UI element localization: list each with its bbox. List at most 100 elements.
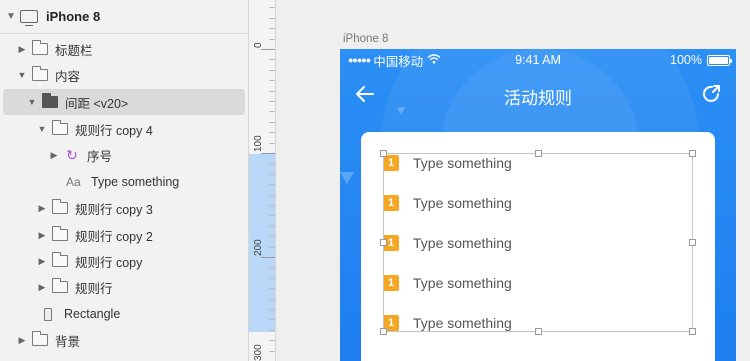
ruler-tick [269, 70, 275, 71]
ruler-tick [269, 288, 275, 289]
expand-arrow-icon[interactable]: ▶ [36, 282, 48, 293]
selection-bounding-box[interactable] [380, 150, 696, 335]
ruler-tick [269, 39, 275, 40]
layer-rectangle[interactable]: Rectangle [0, 301, 249, 327]
ruler-tick [269, 132, 275, 133]
layer-label: 背景 [55, 334, 81, 349]
symbol-icon: ↻ [66, 146, 78, 163]
layer-rule-row-copy-2[interactable]: ▶ 规则行 copy 2 [0, 222, 249, 248]
folder-icon [51, 252, 68, 267]
ruler-tick [269, 174, 275, 175]
ruler-label-200: 200 [253, 239, 264, 256]
ruler-tick [269, 143, 275, 144]
text-layer-icon: Aa [66, 175, 81, 189]
ruler-tick [269, 351, 275, 352]
expand-arrow-icon[interactable]: ▶ [16, 44, 28, 55]
ruler-tick [261, 153, 275, 154]
share-icon[interactable] [700, 83, 722, 105]
resize-handle[interactable] [380, 239, 387, 246]
artboard-icon [20, 10, 38, 26]
iphone-artboard[interactable]: ●●●●● 中国移动 9:41 AM 100% 活动规则 1 Type some… [340, 49, 736, 361]
folder-icon [51, 120, 68, 135]
layer-spacing-v20[interactable]: ▼ 间距 <v20> [3, 89, 245, 115]
collapse-arrow-icon[interactable]: ▼ [6, 11, 18, 22]
resize-handle[interactable] [535, 328, 542, 335]
ruler-tick [269, 59, 275, 60]
layer-title-bar[interactable]: ▶ 标题栏 [0, 36, 249, 62]
battery-percent: 100% [670, 53, 702, 67]
layer-type-something[interactable]: Aa Type something [0, 169, 249, 195]
ruler-tick [269, 122, 275, 123]
ruler-tick [269, 163, 275, 164]
ruler-tick [269, 278, 275, 279]
folder-icon [51, 199, 68, 214]
vertical-ruler[interactable]: 0 100 200 300 [249, 0, 276, 361]
ruler-tick [269, 184, 275, 185]
ruler-tick [269, 309, 275, 310]
layer-label: 内容 [55, 69, 81, 84]
ruler-tick [269, 340, 275, 341]
layer-label: 规则行 copy [75, 255, 143, 270]
ruler-tick [269, 319, 275, 320]
decor-triangle-icon [340, 172, 354, 184]
ruler-tick [269, 111, 275, 112]
ruler-tick [261, 257, 275, 258]
expand-arrow-icon[interactable]: ▶ [36, 230, 48, 241]
folder-icon [51, 278, 68, 293]
ruler-tick [269, 205, 275, 206]
resize-handle[interactable] [689, 328, 696, 335]
layer-label: 规则行 [75, 281, 113, 296]
collapse-arrow-icon[interactable]: ▼ [26, 97, 38, 107]
resize-handle[interactable] [689, 239, 696, 246]
layer-rule-row[interactable]: ▶ 规则行 [0, 274, 249, 300]
resize-handle[interactable] [535, 150, 542, 157]
ruler-tick [269, 299, 275, 300]
battery-icon [707, 55, 732, 66]
nav-title: 活动规则 [504, 89, 572, 109]
layer-background[interactable]: ▶ 背景 [0, 327, 249, 353]
ruler-tick [269, 330, 275, 331]
expand-arrow-icon[interactable]: ▶ [36, 203, 48, 214]
collapse-arrow-icon[interactable]: ▼ [36, 124, 48, 134]
layer-number-symbol[interactable]: ▶ ↻ 序号 [0, 142, 249, 168]
ruler-tick [269, 236, 275, 237]
resize-handle[interactable] [380, 150, 387, 157]
ruler-tick [269, 28, 275, 29]
expand-arrow-icon[interactable]: ▶ [36, 256, 48, 267]
artboard-name-label[interactable]: iPhone 8 [343, 33, 388, 45]
resize-handle[interactable] [689, 150, 696, 157]
layer-label: 标题栏 [55, 43, 93, 58]
layer-rule-row-copy-4[interactable]: ▼ 规则行 copy 4 [0, 116, 249, 142]
layer-label: 规则行 copy 4 [75, 123, 153, 138]
expand-arrow-icon[interactable]: ▶ [16, 335, 28, 346]
layer-label: Type something [91, 175, 180, 189]
rectangle-icon [44, 307, 52, 321]
artboard-layer-label: iPhone 8 [46, 9, 101, 24]
layer-rule-row-copy-3[interactable]: ▶ 规则行 copy 3 [0, 195, 249, 221]
status-bar: ●●●●● 中国移动 9:41 AM 100% [340, 49, 736, 71]
ruler-tick [269, 18, 275, 19]
ruler-tick [269, 101, 275, 102]
ruler-tick [269, 247, 275, 248]
artboard-layer[interactable]: ▼ iPhone 8 [0, 0, 248, 34]
ruler-tick [269, 215, 275, 216]
ruler-tick [269, 267, 275, 268]
expand-arrow-icon[interactable]: ▶ [48, 150, 60, 161]
layer-rule-row-copy[interactable]: ▶ 规则行 copy [0, 248, 249, 274]
folder-icon [31, 331, 48, 346]
collapse-arrow-icon[interactable]: ▼ [16, 70, 28, 80]
folder-icon [31, 40, 48, 55]
resize-handle[interactable] [380, 328, 387, 335]
layer-label: 规则行 copy 3 [75, 202, 153, 217]
folder-icon [31, 66, 48, 81]
ruler-label-300: 300 [253, 344, 264, 361]
layer-label: Rectangle [64, 307, 121, 321]
folder-icon [51, 226, 68, 241]
layer-label: 序号 [87, 149, 113, 164]
layer-content[interactable]: ▼ 内容 [0, 62, 249, 88]
ruler-tick [269, 195, 275, 196]
folder-icon [41, 93, 58, 108]
layer-label: 规则行 copy 2 [75, 229, 153, 244]
ruler-tick [269, 80, 275, 81]
ruler-tick [269, 7, 275, 8]
